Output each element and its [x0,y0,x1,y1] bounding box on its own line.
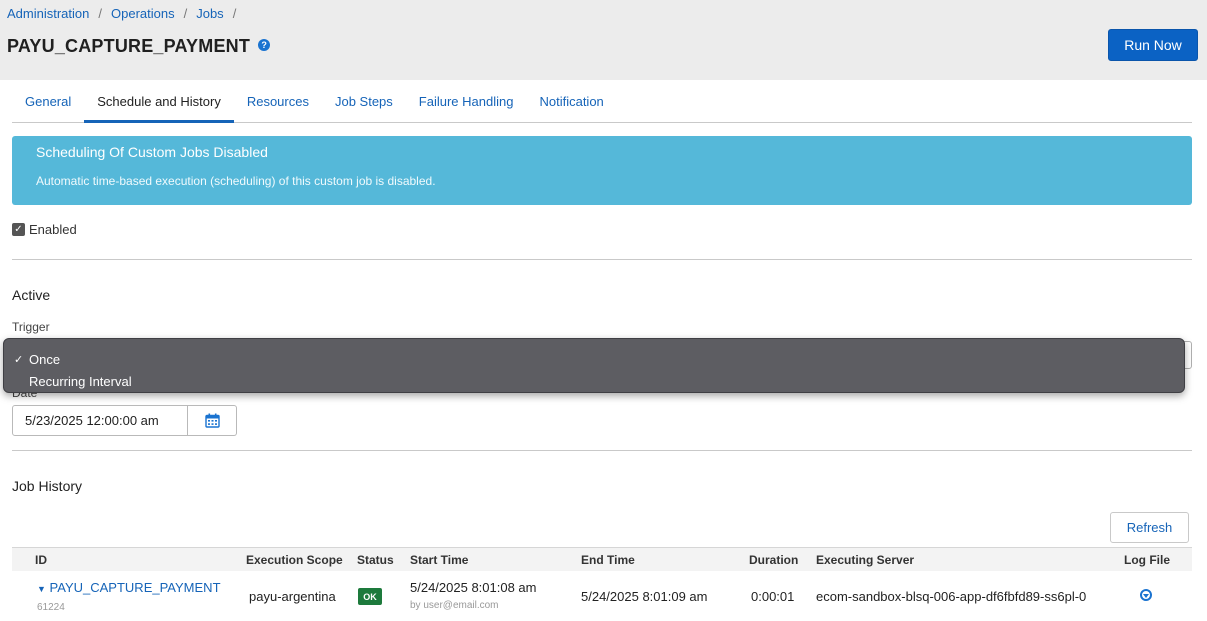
column-header-executing-server[interactable]: Executing Server [816,553,914,567]
page-title: PAYU_CAPTURE_PAYMENT [7,36,251,56]
tab-resources[interactable]: Resources [234,85,322,123]
job-history-title: Job History [12,478,83,494]
column-header-log-file[interactable]: Log File [1124,553,1170,567]
dropdown-option-label: Once [29,351,61,367]
info-alert: Scheduling Of Custom Jobs Disabled Autom… [12,136,1192,205]
calendar-button[interactable] [188,405,237,436]
dropdown-option-label: Recurring Interval [29,373,132,389]
run-now-button[interactable]: Run Now [1108,29,1198,61]
calendar-icon [204,413,220,428]
breadcrumb-separator: / [232,6,237,21]
job-run-number: 61224 [37,602,65,613]
alert-text: Automatic time-based execution (scheduli… [36,174,436,188]
breadcrumb: Administration / Operations / Jobs / [7,6,245,21]
alert-title: Scheduling Of Custom Jobs Disabled [36,144,268,160]
enabled-row: ✓ Enabled [12,222,77,237]
execution-scope-cell: payu-argentina [249,589,336,604]
date-row [12,405,237,436]
dropdown-option-once[interactable]: ✓ Once [4,348,1184,370]
column-header-status[interactable]: Status [357,553,394,567]
tab-schedule-and-history[interactable]: Schedule and History [84,85,234,123]
breadcrumb-jobs[interactable]: Jobs [196,6,223,21]
column-header-start-time[interactable]: Start Time [410,553,468,567]
check-icon: ✓ [14,353,24,366]
tab-bar: General Schedule and History Resources J… [12,85,1192,123]
page-header: Administration / Operations / Jobs / PAY… [0,0,1207,80]
refresh-button[interactable]: Refresh [1110,512,1189,543]
breadcrumb-operations[interactable]: Operations [111,6,175,21]
status-badge: OK [358,588,382,605]
job-id-cell[interactable]: ▼ PAYU_CAPTURE_PAYMENT [37,580,221,595]
end-time-cell: 5/24/2025 8:01:09 am [581,589,708,604]
tab-job-steps[interactable]: Job Steps [322,85,406,123]
start-time-cell: 5/24/2025 8:01:08 am [410,580,537,595]
column-header-execution-scope[interactable]: Execution Scope [246,553,343,567]
started-by: by user@email.com [410,600,499,611]
column-header-id[interactable]: ID [35,553,47,567]
column-header-duration[interactable]: Duration [749,553,798,567]
page-title-wrap: PAYU_CAPTURE_PAYMENT ? [7,36,271,57]
column-header-end-time[interactable]: End Time [581,553,635,567]
download-circle-icon[interactable] [1140,589,1152,601]
breadcrumb-separator: / [98,6,102,21]
active-section-title: Active [12,287,51,303]
job-id-link[interactable]: PAYU_CAPTURE_PAYMENT [50,580,221,595]
trigger-label: Trigger [12,320,50,334]
date-input[interactable] [12,405,188,436]
enabled-checkbox[interactable]: ✓ [12,223,25,236]
tab-notification[interactable]: Notification [526,85,616,123]
executing-server-cell: ecom-sandbox-blsq-006-app-df6fbfd89-ss6p… [816,589,1087,604]
tab-general[interactable]: General [12,85,84,123]
enabled-label: Enabled [29,222,77,237]
divider [12,450,1192,451]
dropdown-option-recurring-interval[interactable]: Recurring Interval [4,370,1184,392]
duration-cell: 0:00:01 [751,589,795,604]
breadcrumb-separator: / [183,6,188,21]
help-icon[interactable]: ? [258,38,271,51]
tab-failure-handling[interactable]: Failure Handling [406,85,527,123]
divider [12,259,1192,260]
trigger-dropdown-menu: ✓ Once Recurring Interval [3,338,1185,393]
expand-caret-icon[interactable]: ▼ [37,584,46,594]
breadcrumb-administration[interactable]: Administration [7,6,89,21]
